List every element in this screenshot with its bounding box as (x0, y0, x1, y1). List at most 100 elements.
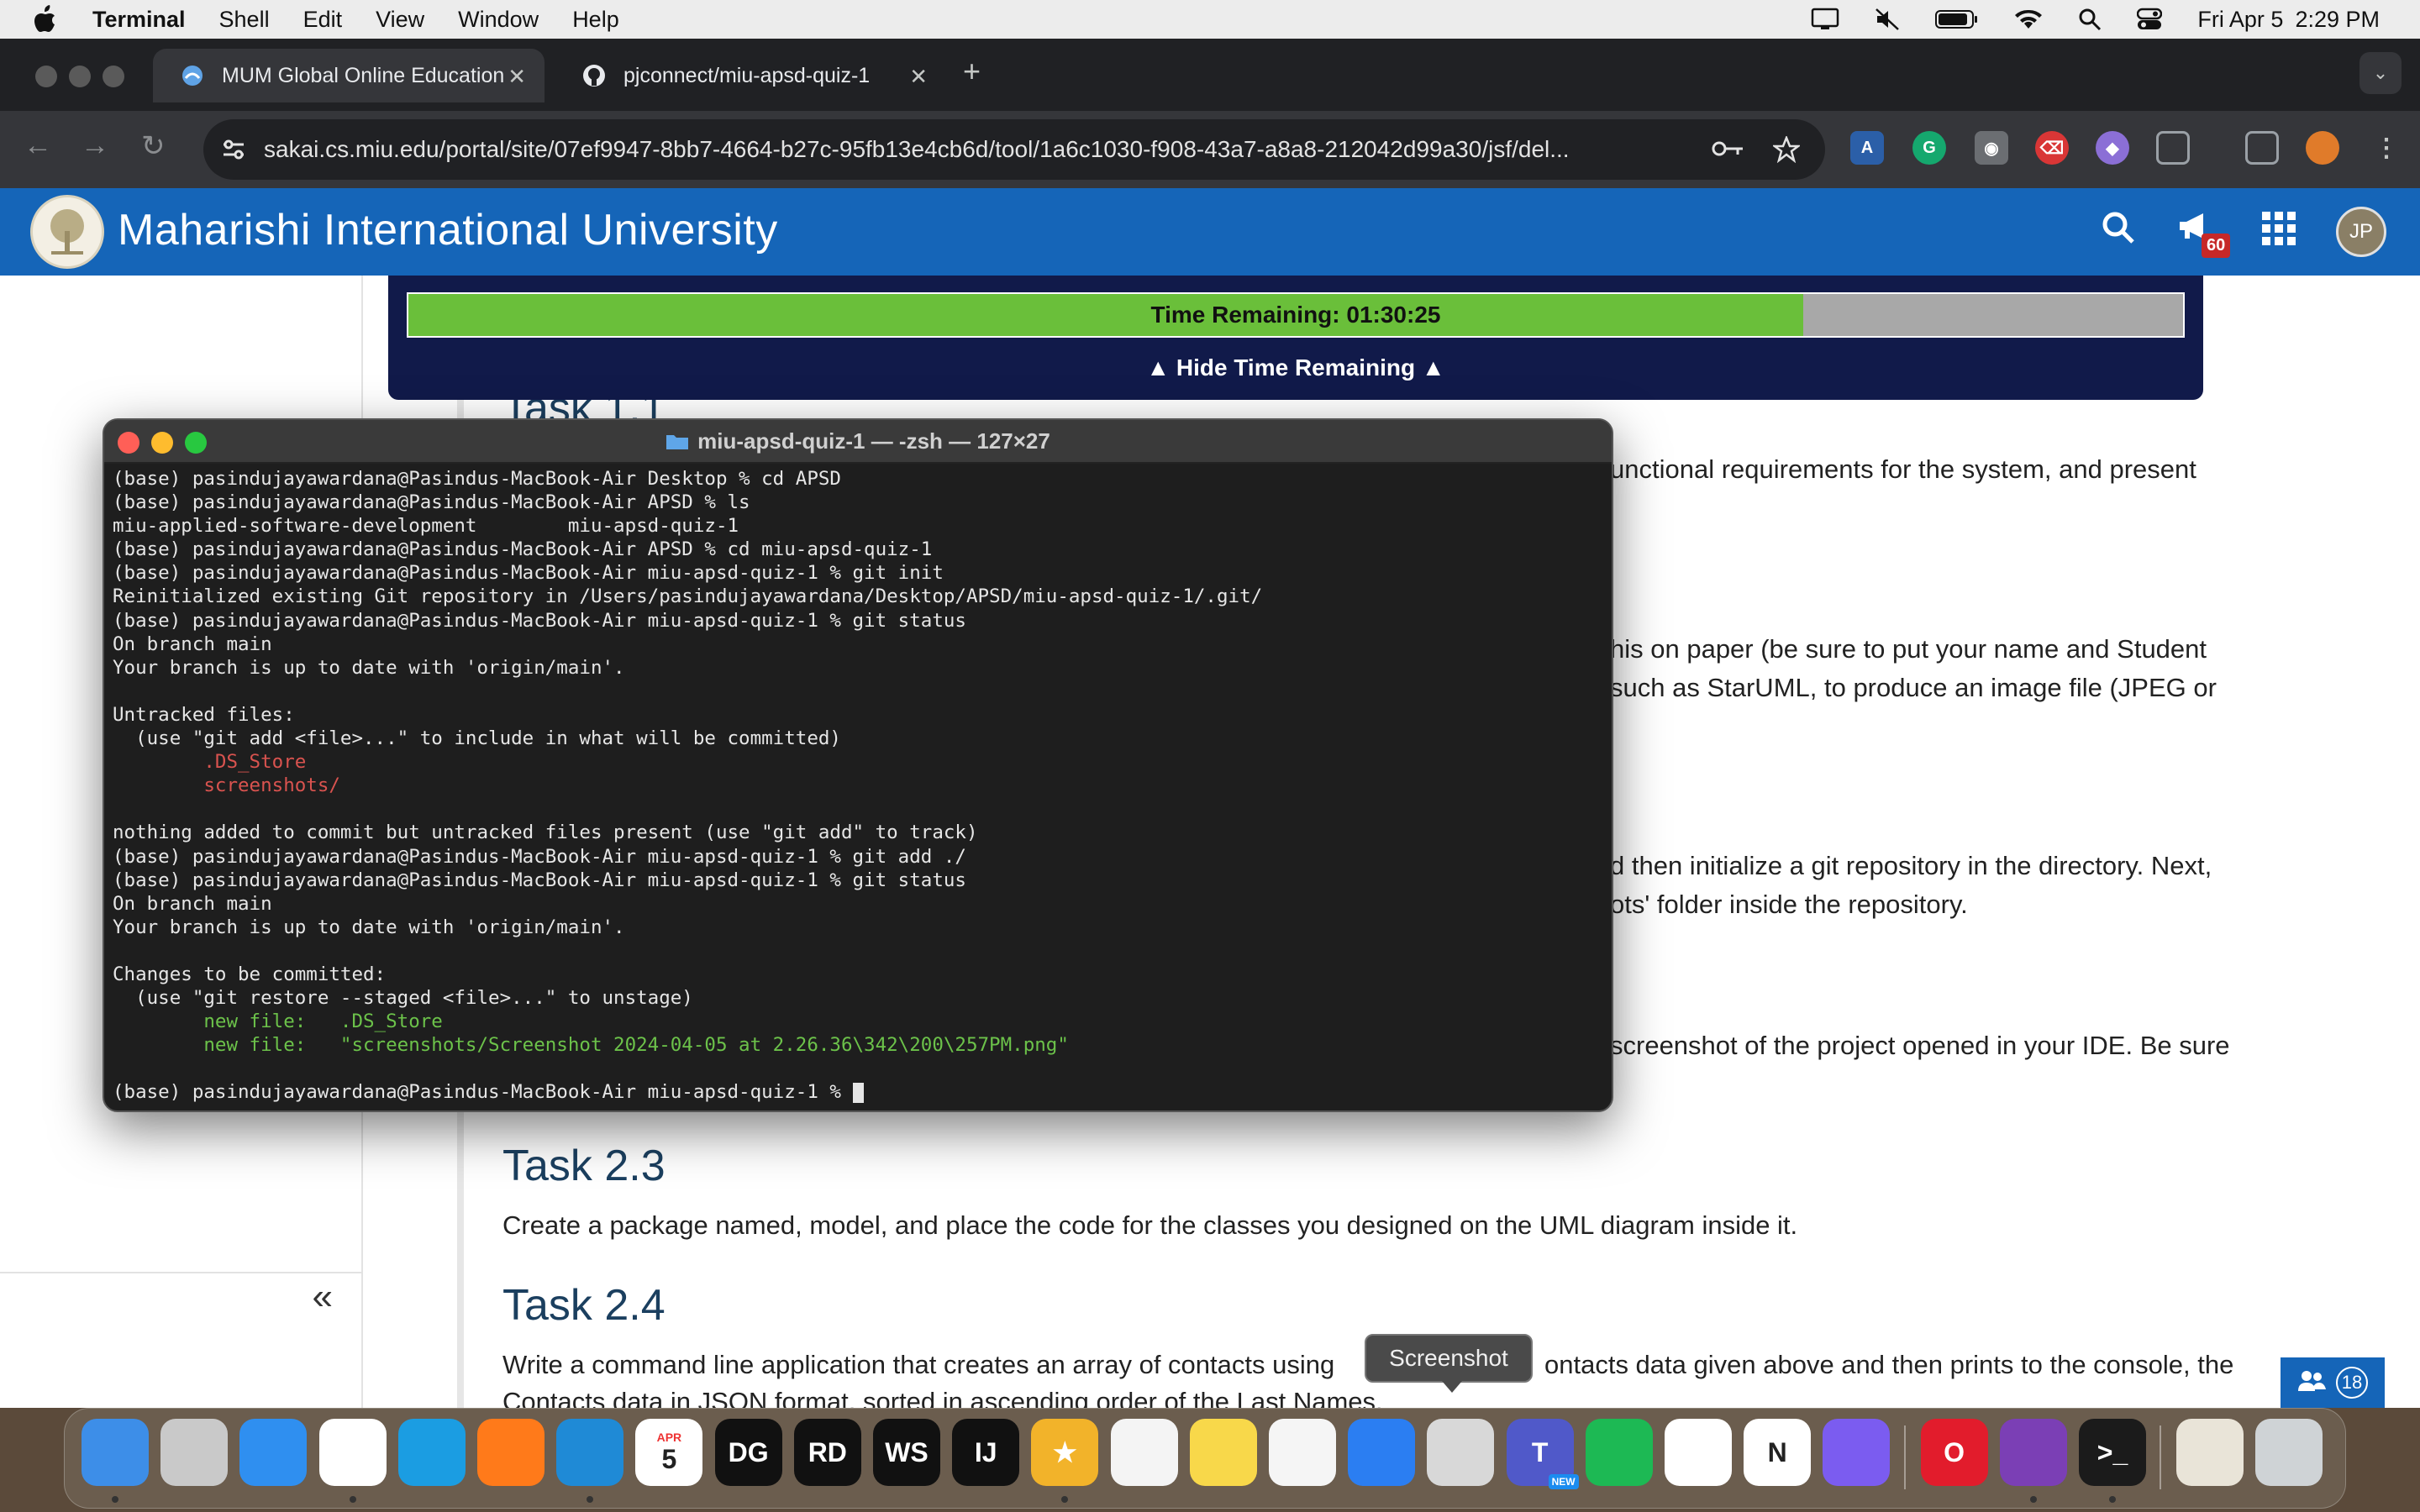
battery-icon[interactable] (1935, 9, 1979, 29)
side-panel-icon[interactable] (2245, 131, 2279, 165)
dock-intellij-icon[interactable]: IJ (952, 1419, 1020, 1486)
dock-firefox-icon[interactable] (477, 1419, 544, 1486)
dock-glyph: WS (885, 1436, 929, 1467)
new-tab-button[interactable]: + (963, 54, 981, 89)
dock-edge-icon[interactable] (397, 1419, 466, 1486)
bookmark-star-icon[interactable] (1773, 136, 1800, 163)
dock-glyph: O (1944, 1436, 1965, 1467)
dock-launchpad-icon[interactable] (160, 1419, 229, 1486)
menu-window[interactable]: Window (458, 7, 539, 33)
game-extension-icon[interactable]: ◆ (2096, 131, 2129, 165)
dock-app-store-icon[interactable] (1348, 1419, 1416, 1486)
grammarly-icon[interactable]: G (1912, 131, 1946, 165)
task-2-4-text-continued: ontacts data given above and then prints… (1544, 1350, 2234, 1379)
tab-close-icon[interactable]: ✕ (909, 64, 928, 90)
terminal-zoom-button[interactable] (185, 432, 207, 454)
task-2-4-text-cut: Contacts data in JSON format, sorted in … (502, 1387, 1383, 1408)
window-zoom-button[interactable] (103, 66, 124, 87)
dock-glyph: ★ (1053, 1437, 1077, 1467)
dock-xcode-tool-icon[interactable] (1823, 1419, 1891, 1486)
collapse-sidebar-button[interactable]: « (0, 1272, 363, 1320)
extensions-puzzle-icon[interactable] (2156, 131, 2190, 165)
university-logo[interactable] (30, 195, 104, 269)
terminal-output[interactable]: (base) pasindujayawardana@Pasindus-MacBo… (113, 467, 1603, 1105)
task-2-3-text: Create a package named, model, and place… (502, 1210, 1798, 1240)
menu-app-name[interactable]: Terminal (92, 7, 186, 33)
dock-rider-icon[interactable]: RD (793, 1419, 861, 1486)
dock-pinwheel-icon[interactable]: ★ (1031, 1419, 1099, 1486)
dock-terminal-icon[interactable]: >_ (2079, 1419, 2146, 1486)
dock-safari-icon[interactable] (239, 1419, 308, 1486)
dock-trash-icon[interactable] (2255, 1419, 2323, 1486)
menu-shell[interactable]: Shell (219, 7, 270, 33)
dock-documents-stack-icon[interactable] (2176, 1419, 2244, 1486)
tab-close-icon[interactable]: ✕ (508, 64, 526, 90)
spotlight-search-icon[interactable] (2078, 8, 2102, 31)
mute-icon[interactable] (1875, 8, 1900, 31)
running-indicator (1061, 1496, 1069, 1503)
site-title[interactable]: Maharishi International University (118, 205, 778, 255)
reload-button[interactable]: ↻ (141, 129, 166, 163)
tab-github[interactable]: pjconnect/miu-apsd-quiz-1 ✕ (555, 49, 946, 102)
hide-time-remaining-link[interactable]: ▲ Hide Time Remaining ▲ (388, 354, 2203, 381)
site-info-icon[interactable] (220, 136, 247, 163)
tab-mum-global[interactable]: MUM Global Online Education ✕ (153, 49, 544, 102)
camera-extension-icon[interactable]: ◉ (1975, 131, 2008, 165)
terminal-line: (base) pasindujayawardana@Pasindus-MacBo… (113, 869, 966, 891)
forward-button[interactable]: → (81, 129, 109, 162)
dock-datagrip-icon[interactable]: DG (714, 1419, 782, 1486)
browser-toolbar: ← → ↻ sakai.cs.miu.edu/portal/site/07ef9… (0, 111, 2420, 188)
dock-finder-icon[interactable] (82, 1419, 149, 1486)
menu-help[interactable]: Help (572, 7, 619, 33)
menubar-time[interactable]: 2:29 PM (2295, 7, 2380, 33)
menu-view[interactable]: View (376, 7, 424, 33)
apple-icon[interactable] (32, 5, 62, 34)
online-users-count: 18 (2336, 1367, 2368, 1399)
online-users-button[interactable]: 18 (2281, 1357, 2385, 1408)
dock-opera-icon[interactable]: O (1920, 1419, 1988, 1486)
search-icon[interactable] (2101, 210, 2136, 245)
tab-search-chevron-icon[interactable]: ⌄ (2360, 52, 2402, 94)
dock-glyph: RD (808, 1436, 847, 1467)
dock-spotify-icon[interactable] (1585, 1419, 1653, 1486)
profile-avatar-icon[interactable] (2306, 131, 2339, 165)
dock-reminders-icon[interactable] (1110, 1419, 1178, 1486)
dock-chrome-icon[interactable] (318, 1419, 387, 1486)
control-center-icon[interactable] (2137, 8, 2163, 31)
dock-webstorm-icon[interactable]: WS (873, 1419, 940, 1486)
terminal-line: screenshots/ (113, 774, 340, 797)
extension-translate-icon[interactable]: A (1850, 131, 1884, 165)
dock-slack-icon[interactable] (1665, 1419, 1732, 1486)
window-close-button[interactable] (35, 66, 57, 87)
address-bar[interactable]: sakai.cs.miu.edu/portal/site/07ef9947-8b… (203, 119, 1825, 180)
terminal-close-button[interactable] (118, 432, 139, 454)
dock-freeform-icon[interactable] (1269, 1419, 1336, 1486)
apps-grid-icon[interactable] (2260, 210, 2297, 247)
dock-teams-icon[interactable]: T NEW (1506, 1419, 1579, 1489)
user-avatar[interactable]: JP (2336, 207, 2386, 257)
chrome-menu-icon[interactable]: ⋮ (2370, 131, 2403, 165)
dock-calendar-icon[interactable]: APR 5 (635, 1419, 703, 1486)
window-minimize-button[interactable] (69, 66, 91, 87)
dock-notes-icon[interactable] (1189, 1419, 1257, 1486)
back-button[interactable]: ← (24, 129, 52, 162)
display-icon[interactable] (1811, 8, 1839, 31)
menubar-date[interactable]: Fri Apr 5 (2197, 7, 2283, 33)
dock-notion-icon[interactable]: N (1744, 1419, 1812, 1486)
wifi-icon[interactable] (2014, 8, 2043, 30)
delete-extension-icon[interactable]: ⌫ (2035, 131, 2069, 165)
terminal-minimize-button[interactable] (151, 432, 173, 454)
terminal-titlebar[interactable]: miu-apsd-quiz-1 — -zsh — 127×27 (104, 420, 1612, 464)
dock-screenshot-icon[interactable] (1427, 1419, 1495, 1486)
terminal-line: (base) pasindujayawardana@Pasindus-MacBo… (113, 609, 966, 632)
dock-vscode-icon[interactable] (556, 1419, 624, 1486)
terminal-line: (use "git add <file>..." to include in w… (113, 727, 841, 750)
password-key-icon[interactable] (1711, 136, 1744, 161)
running-indicator (112, 1496, 118, 1503)
menu-edit[interactable]: Edit (303, 7, 343, 33)
task-2-4-heading: Task 2.4 (502, 1281, 666, 1330)
dock-github-desktop-icon[interactable] (1999, 1419, 2067, 1486)
running-indicator (587, 1496, 594, 1503)
task-text-fragment: his on paper (be sure to put your name a… (1610, 634, 2207, 664)
terminal-window[interactable]: miu-apsd-quiz-1 — -zsh — 127×27 (base) p… (103, 418, 1613, 1112)
